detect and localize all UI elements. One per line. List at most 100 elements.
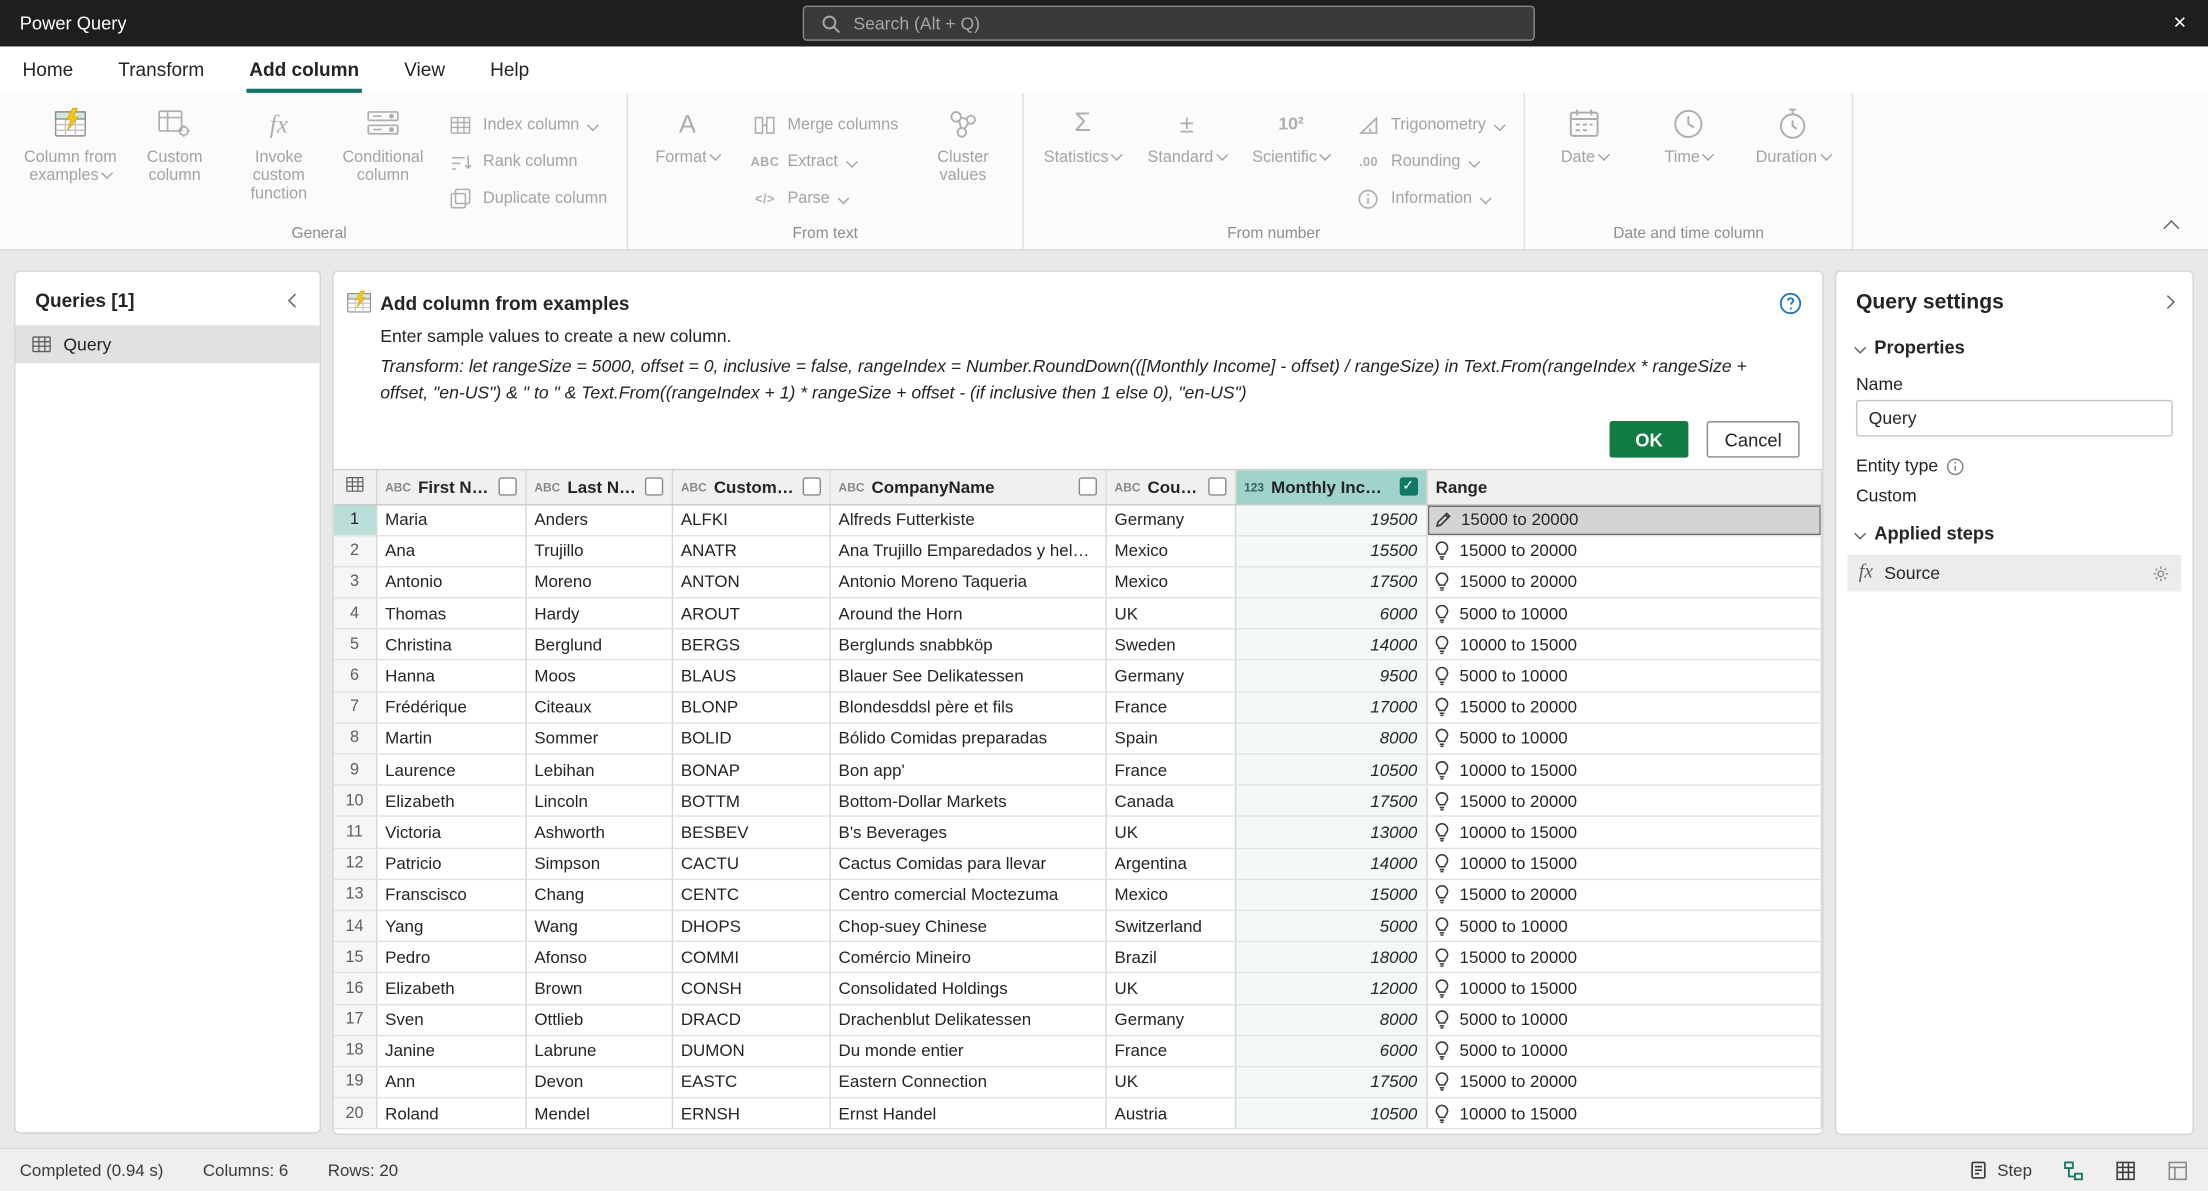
cell-range[interactable]: 5000 to 10000 (1426, 1004, 1823, 1036)
cell-company_name[interactable]: Du monde entier (829, 1035, 1107, 1068)
cell-customer_id[interactable]: EASTC (671, 1066, 831, 1099)
cell-company_name[interactable]: Chop-suey Chinese (829, 910, 1107, 943)
cell-company_name[interactable]: Centro comercial Moctezuma (829, 879, 1107, 911)
cell-monthly_income[interactable]: 8000 (1234, 722, 1428, 755)
cell-company_name[interactable]: Bólido Comidas preparadas (829, 722, 1107, 755)
ribbon-time[interactable]: Time (1638, 96, 1739, 211)
country-checkbox[interactable] (1207, 477, 1226, 497)
cell-last_name[interactable]: Anders (525, 504, 673, 537)
cell-customer_id[interactable]: BLAUS (671, 660, 831, 693)
cell-last_name[interactable]: Wang (525, 910, 673, 943)
info-icon[interactable] (1947, 457, 1965, 475)
cell-company_name[interactable]: Consolidated Holdings (829, 972, 1107, 1005)
column-header-country[interactable]: ABCCountry (1105, 470, 1236, 505)
column-header-company_name[interactable]: ABC CompanyName (829, 470, 1107, 505)
cell-range[interactable]: 10000 to 15000 (1426, 1097, 1823, 1130)
ribbon-index-column[interactable]: Index column (437, 107, 619, 144)
cell-customer_id[interactable]: AROUT (671, 597, 831, 630)
ribbon-standard[interactable]: ± Standard (1136, 96, 1237, 211)
close-button[interactable]: × (2154, 0, 2205, 46)
ribbon-information[interactable]: Information (1345, 180, 1516, 217)
customerid-checkbox[interactable] (801, 477, 821, 497)
cell-first_name[interactable]: Laurence (375, 754, 526, 787)
cell-last_name[interactable]: Brown (525, 972, 673, 1005)
cell-first_name[interactable]: Hanna (375, 660, 526, 693)
cell-first_name[interactable]: Patricio (375, 847, 526, 880)
ok-button[interactable]: OK (1609, 421, 1689, 458)
help-icon[interactable] (1779, 291, 1803, 315)
cell-company_name[interactable]: B's Beverages (829, 816, 1107, 849)
cell-last_name[interactable]: Berglund (525, 629, 673, 662)
cell-country[interactable]: Mexico (1105, 879, 1236, 911)
cell-company_name[interactable]: Comércio Mineiro (829, 941, 1107, 974)
cell-company_name[interactable]: Cactus Comidas para llevar (829, 847, 1107, 880)
ribbon-invoke-custom-function[interactable]: fx Invoke custom function (228, 96, 329, 211)
data-view-icon[interactable] (2115, 1160, 2136, 1181)
cell-country[interactable]: Mexico (1105, 535, 1236, 568)
cell-range[interactable]: 15000 to 20000 (1426, 879, 1823, 911)
cell-last_name[interactable]: Lincoln (525, 785, 673, 818)
cell-range[interactable]: 5000 to 10000 (1426, 1035, 1823, 1068)
row-number[interactable]: 8 (333, 722, 377, 755)
cell-first_name[interactable]: Franscisco (375, 879, 526, 911)
cell-monthly_income[interactable]: 6000 (1234, 597, 1428, 630)
applied-steps-section-header[interactable]: Applied steps (1836, 506, 2192, 547)
cell-first_name[interactable]: Victoria (375, 816, 526, 849)
properties-section-header[interactable]: Properties (1836, 320, 2192, 361)
cell-customer_id[interactable]: BOTTM (671, 785, 831, 818)
cell-monthly_income[interactable]: 10500 (1234, 1097, 1428, 1130)
ribbon-date[interactable]: Date (1534, 96, 1635, 211)
cell-range[interactable]: 10000 to 15000 (1426, 972, 1823, 1005)
cell-monthly_income[interactable]: 6000 (1234, 1035, 1428, 1068)
cell-last_name[interactable]: Hardy (525, 597, 673, 630)
ribbon-scientific[interactable]: 10² Scientific (1240, 96, 1341, 211)
cell-company_name[interactable]: Blauer See Delikatessen (829, 660, 1107, 693)
row-number[interactable]: 13 (333, 879, 377, 911)
cell-range[interactable]: 15000 to 20000 (1426, 1066, 1823, 1099)
cell-customer_id[interactable]: ERNSH (671, 1097, 831, 1130)
cell-first_name[interactable]: Ana (375, 535, 526, 568)
ribbon-parse[interactable]: </> Parse (741, 180, 909, 217)
cell-monthly_income[interactable]: 19500 (1234, 504, 1428, 537)
ribbon-collapse-button[interactable] (2157, 214, 2185, 238)
cell-company_name[interactable]: Ernst Handel (829, 1097, 1107, 1130)
cell-last_name[interactable]: Moreno (525, 566, 673, 599)
cell-first_name[interactable]: Christina (375, 629, 526, 662)
cell-country[interactable]: UK (1105, 972, 1236, 1005)
row-number[interactable]: 17 (333, 1004, 377, 1036)
cell-customer_id[interactable]: ANTON (671, 566, 831, 599)
tab-transform[interactable]: Transform (115, 46, 207, 92)
row-number[interactable]: 11 (333, 816, 377, 849)
cell-monthly_income[interactable]: 9500 (1234, 660, 1428, 693)
cell-last_name[interactable]: Sommer (525, 722, 673, 755)
applied-step-source[interactable]: fx Source (1847, 554, 2182, 592)
cell-last_name[interactable]: Simpson (525, 847, 673, 880)
cell-country[interactable]: UK (1105, 597, 1236, 630)
cell-range[interactable]: 10000 to 15000 (1426, 816, 1823, 849)
row-number[interactable]: 9 (333, 754, 377, 787)
row-number[interactable]: 18 (333, 1035, 377, 1068)
cell-customer_id[interactable]: CACTU (671, 847, 831, 880)
cell-first_name[interactable]: Antonio (375, 566, 526, 599)
cell-last_name[interactable]: Labrune (525, 1035, 673, 1068)
cell-monthly_income[interactable]: 17500 (1234, 566, 1428, 599)
cell-monthly_income[interactable]: 5000 (1234, 910, 1428, 943)
cell-first_name[interactable]: Pedro (375, 941, 526, 974)
cell-country[interactable]: Germany (1105, 660, 1236, 693)
column-header-last_name[interactable]: ABCLast Name (525, 470, 673, 505)
cell-range[interactable]: 5000 to 10000 (1426, 722, 1823, 755)
ribbon-statistics[interactable]: Σ Statistics (1032, 96, 1133, 211)
cell-monthly_income[interactable]: 10500 (1234, 754, 1428, 787)
query-name-input[interactable] (1855, 399, 2173, 437)
cell-monthly_income[interactable]: 14000 (1234, 629, 1428, 662)
row-number[interactable]: 10 (333, 785, 377, 818)
cell-customer_id[interactable]: COMMI (671, 941, 831, 974)
cell-company_name[interactable]: Eastern Connection (829, 1066, 1107, 1099)
cell-last_name[interactable]: Chang (525, 879, 673, 911)
cell-monthly_income[interactable]: 14000 (1234, 847, 1428, 880)
row-number[interactable]: 3 (333, 566, 377, 599)
ribbon-merge-columns[interactable]: Merge columns (741, 107, 909, 144)
row-number[interactable]: 16 (333, 972, 377, 1005)
ribbon-format[interactable]: A Format (637, 96, 738, 211)
cell-country[interactable]: Germany (1105, 504, 1236, 537)
